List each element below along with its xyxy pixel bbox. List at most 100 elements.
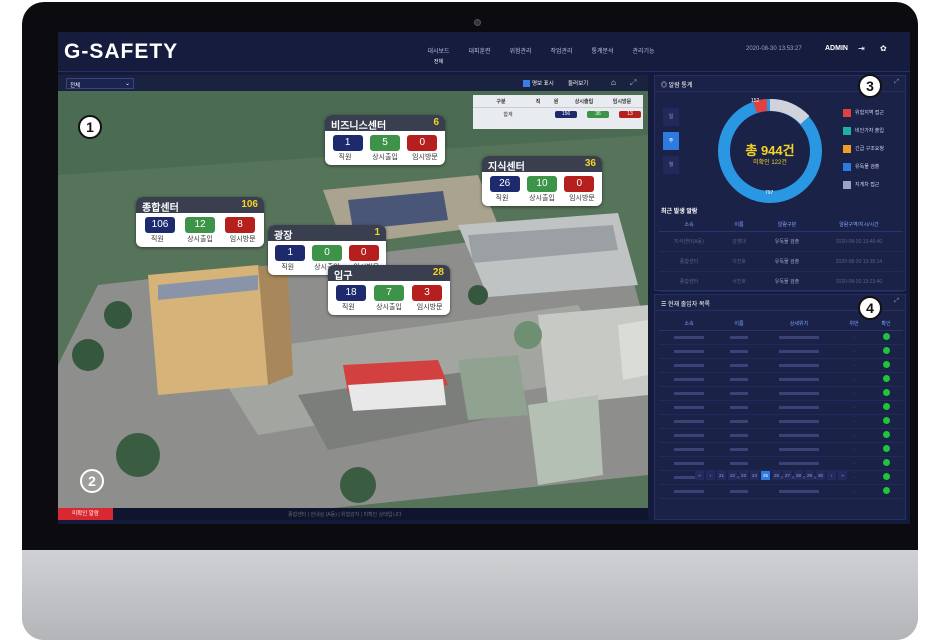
alarm-ticker[interactable]: 미확인 알람 종합센터 | 안내실 (A동) | 위험감지 | 미확인 상태입니… [58, 508, 648, 520]
status-dot [882, 445, 890, 452]
pagination: «‹ 21 22 23 24 25 26 27 28 29 30 ›» [695, 471, 847, 480]
expand-icon[interactable]: ⤢ [894, 79, 899, 86]
table-row[interactable]: - [659, 457, 903, 471]
monitor-chin [22, 550, 918, 640]
donut-seg-red [753, 99, 768, 113]
checkbox-icon[interactable] [523, 80, 530, 88]
page-button[interactable]: 25 [761, 471, 770, 480]
status-dot [882, 375, 890, 382]
headcount-header-type: 구분 [496, 98, 506, 105]
table-row[interactable]: - [659, 429, 903, 443]
regular-label: 상시출입 [529, 195, 555, 202]
page-button[interactable]: « [695, 471, 704, 480]
gear-icon[interactable]: ✿ [880, 44, 887, 53]
page-button[interactable]: 21 [717, 471, 726, 480]
status-dot [882, 417, 890, 424]
table-row[interactable]: - [659, 415, 903, 429]
table-row[interactable]: - [659, 373, 903, 387]
tour-button[interactable]: 둘러보기 [568, 79, 588, 87]
staff-count: 106 [145, 217, 175, 233]
legend-danger-zone: 위험지역 접근 [843, 106, 884, 119]
table-row[interactable]: - [659, 443, 903, 457]
headcount-header: 구분 직 원 상시출입 임시방문 [473, 95, 643, 107]
table-row[interactable]: 지식센터(A동) 김영대 유독물 검출 2020-08-30 13:46:40 [659, 232, 903, 252]
legend-toxic: 유독물 검출 [843, 160, 884, 173]
page-button[interactable]: › [827, 471, 836, 480]
regular-label: 상시출입 [376, 304, 402, 311]
table-row[interactable]: - [659, 485, 903, 499]
callout-marker-1: 1 [78, 115, 102, 139]
page-button[interactable]: » [838, 471, 847, 480]
site-map[interactable]: 전체 ⌄ 명보 표시 둘러보기 ⌂ ⤢ 구분 직 원 상시출입 임시방문 합계 1… [58, 75, 648, 520]
app-screen: G-SAFETY 대시보드 전체 대피훈련 위험관리 작업관리 통계분석 관리기능… [58, 32, 910, 524]
site-select[interactable]: 전체 ⌄ [66, 78, 134, 89]
page-button[interactable]: 23 [739, 471, 748, 480]
legend-rescue: 긴급 구조요청 [843, 142, 884, 155]
page-button[interactable]: 28 [794, 471, 803, 480]
alarm-legend: 위험지역 접근 비인가자 출입 긴급 구조요청 유독물 검출 지게차 접근 [843, 106, 884, 196]
headcount-header-staff-1: 직 [535, 98, 541, 105]
alarm-stats-panel: ◎ 알람 통계 ⤢ 일 주 월 152 797 총 944건 미확인 122건 … [654, 74, 906, 292]
recent-alarms-title: 최근 발생 알람 [661, 209, 698, 215]
page-button[interactable]: 26 [772, 471, 781, 480]
alarm-icon: ◎ [661, 83, 669, 89]
building-card-knowledge[interactable]: 지식센터 36 26 10 0 직원 상시출입 임시방문 [482, 156, 602, 206]
status-dot [882, 389, 890, 396]
nav-work[interactable]: 작업관리 [541, 46, 582, 55]
nav-admin[interactable]: 관리기능 [623, 46, 664, 55]
table-row[interactable]: - [659, 345, 903, 359]
tab-day[interactable]: 일 [663, 108, 679, 126]
logout-icon[interactable]: ⇥ [858, 44, 865, 53]
table-row[interactable]: - [659, 387, 903, 401]
admin-user[interactable]: ADMIN [825, 45, 848, 52]
top-bar: G-SAFETY 대시보드 전체 대피훈련 위험관리 작업관리 통계분석 관리기능… [58, 32, 910, 72]
page-button[interactable]: 27 [783, 471, 792, 480]
page-button[interactable]: 22 [728, 471, 737, 480]
datetime: 2020-08-30 13:53:27 [746, 46, 802, 52]
chevron-down-icon: ⌄ [124, 81, 130, 87]
table-row[interactable]: - [659, 359, 903, 373]
nav-stats[interactable]: 통계분석 [582, 46, 623, 55]
expand-icon[interactable]: ⤢ [630, 78, 636, 88]
table-row[interactable]: - [659, 331, 903, 345]
tab-week[interactable]: 주 [663, 132, 679, 150]
status-dot [882, 487, 890, 494]
tab-month[interactable]: 월 [663, 156, 679, 174]
building-name: 지식센터 [488, 162, 525, 173]
status-dot [882, 403, 890, 410]
building-total: 36 [584, 158, 596, 169]
status-dot [882, 473, 890, 480]
table-row[interactable]: - [659, 401, 903, 415]
home-icon[interactable]: ⌂ [611, 78, 616, 87]
nav-evacuation[interactable]: 대피훈련 [459, 46, 500, 55]
temp-count: 0 [564, 176, 595, 192]
page-button[interactable]: ‹ [706, 471, 715, 480]
seg-top-value: 152 [751, 98, 760, 104]
app-logo[interactable]: G-SAFETY [64, 40, 178, 64]
page-button[interactable]: 24 [750, 471, 759, 480]
building-card-entrance[interactable]: 입구 28 18 7 3 직원 상시출입 임시방문 [328, 265, 450, 315]
status-dot [882, 333, 890, 340]
regular-count: 12 [185, 217, 215, 233]
alarm-label: 미확인 알람 [58, 508, 113, 520]
building-total: 6 [433, 117, 439, 128]
building-total: 106 [241, 199, 258, 210]
page-button[interactable]: 29 [805, 471, 814, 480]
staff-count: 18 [336, 285, 366, 301]
building-card-business[interactable]: 비즈니스센터 6 150 직원 상시출입 임시방문 [325, 115, 445, 165]
table-row[interactable]: 종합센터 이진호 유독물 검출 2020-08-30 13:35:14 [659, 252, 903, 272]
expand-icon[interactable]: ⤢ [894, 298, 899, 305]
main-nav: 대시보드 전체 대피훈련 위험관리 작업관리 통계분석 관리기능 [418, 46, 664, 65]
map-toolbar: 전체 ⌄ 명보 표시 둘러보기 ⌂ ⤢ [58, 75, 648, 91]
status-dot [882, 361, 890, 368]
staff-label: 직원 [495, 195, 509, 202]
page-button[interactable]: 30 [816, 471, 825, 480]
building-total: 1 [374, 227, 380, 238]
nav-risk[interactable]: 위험관리 [500, 46, 541, 55]
nav-dashboard[interactable]: 대시보드 전체 [418, 46, 459, 65]
temp-label: 임시방문 [229, 236, 256, 243]
building-card-complex[interactable]: 종합센터 106 106 12 8 직원 상시출입 임시방문 [136, 197, 264, 247]
legend-forklift: 지게차 접근 [843, 178, 884, 191]
table-row[interactable]: 종합센터 서진호 유독물 검출 2020-08-30 13:23:40 [659, 272, 903, 292]
label-toggle[interactable]: 명보 표시 [523, 79, 554, 88]
